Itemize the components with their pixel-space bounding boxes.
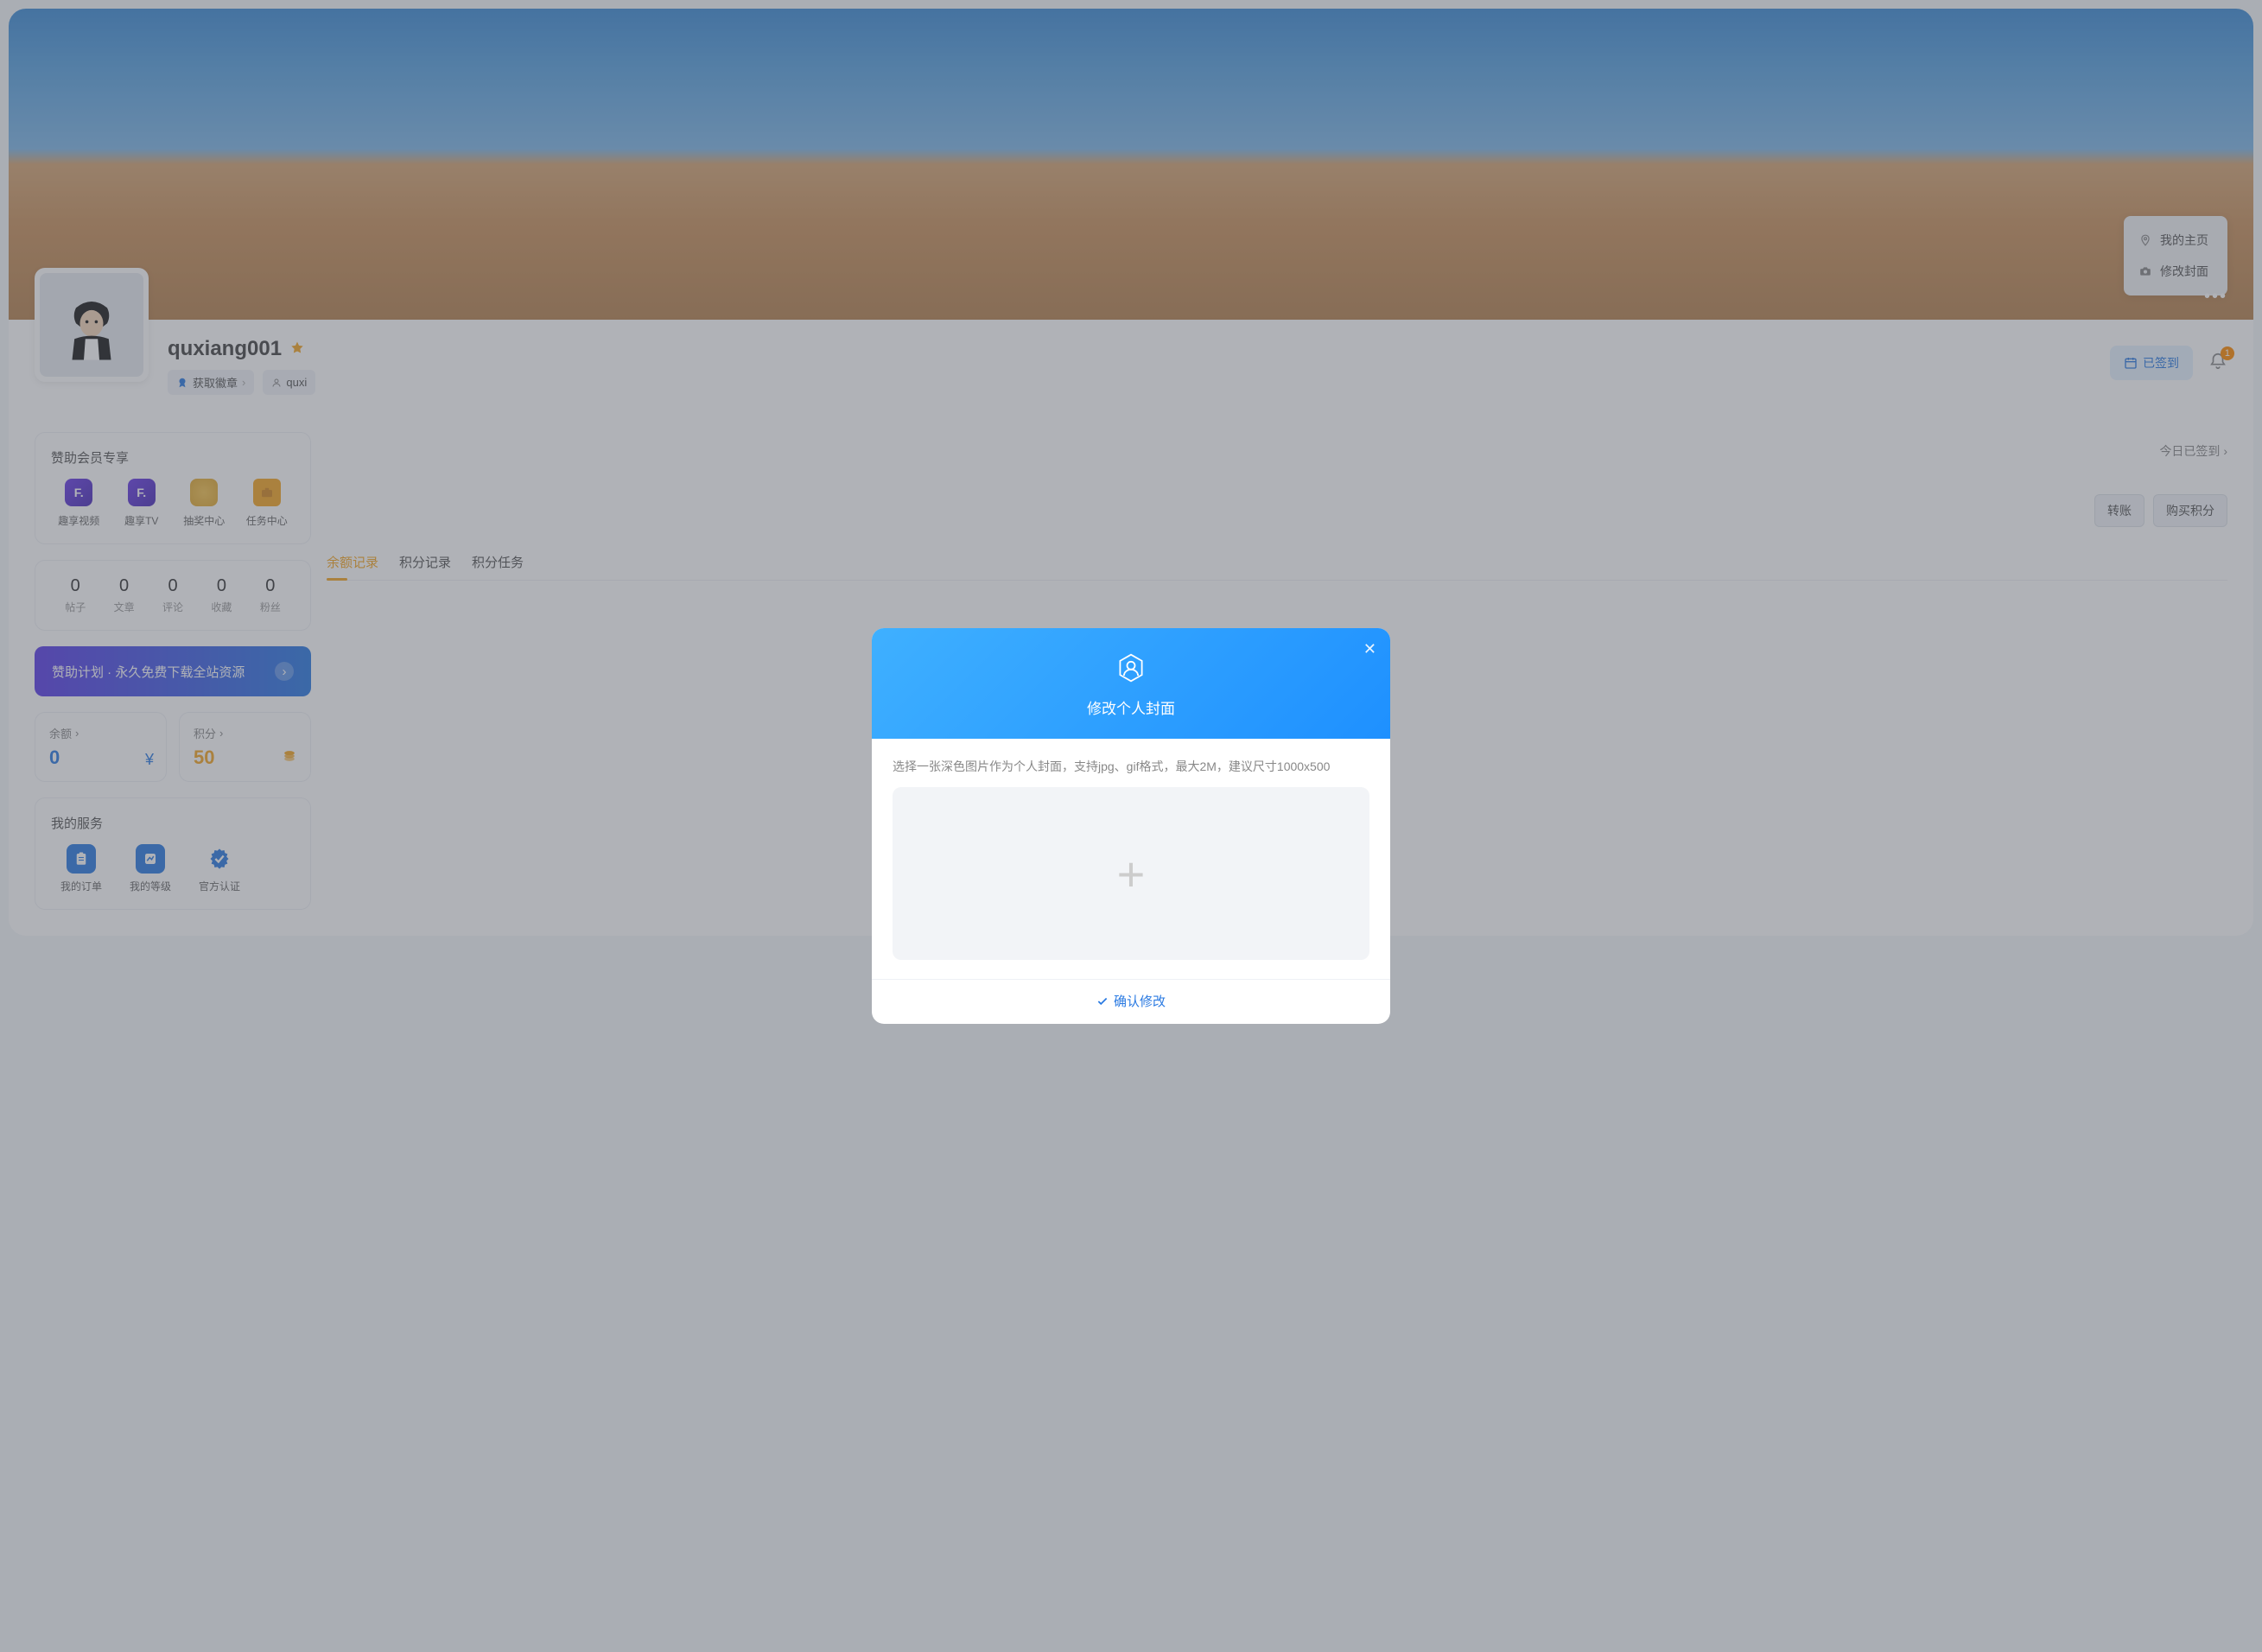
modal-overlay[interactable]: ✕ 修改个人封面 选择一张深色图片作为个人封面，支持jpg、gif格式，最大2M… — [0, 0, 2262, 1652]
modal-title: 修改个人封面 — [889, 696, 1373, 718]
confirm-button[interactable]: 确认修改 — [1096, 992, 1166, 1010]
check-icon — [1096, 995, 1109, 1007]
upload-dropzone[interactable]: + — [893, 787, 1369, 960]
modal-footer: 确认修改 — [872, 979, 1390, 1024]
change-cover-modal: ✕ 修改个人封面 选择一张深色图片作为个人封面，支持jpg、gif格式，最大2M… — [872, 628, 1390, 1024]
modal-hint: 选择一张深色图片作为个人封面，支持jpg、gif格式，最大2M，建议尺寸1000… — [893, 758, 1369, 775]
user-hex-icon — [1115, 652, 1147, 683]
confirm-label: 确认修改 — [1114, 992, 1166, 1010]
modal-header: ✕ 修改个人封面 — [872, 628, 1390, 739]
plus-icon: + — [1117, 846, 1146, 902]
close-icon[interactable]: ✕ — [1363, 640, 1376, 658]
modal-body: 选择一张深色图片作为个人封面，支持jpg、gif格式，最大2M，建议尺寸1000… — [872, 739, 1390, 979]
